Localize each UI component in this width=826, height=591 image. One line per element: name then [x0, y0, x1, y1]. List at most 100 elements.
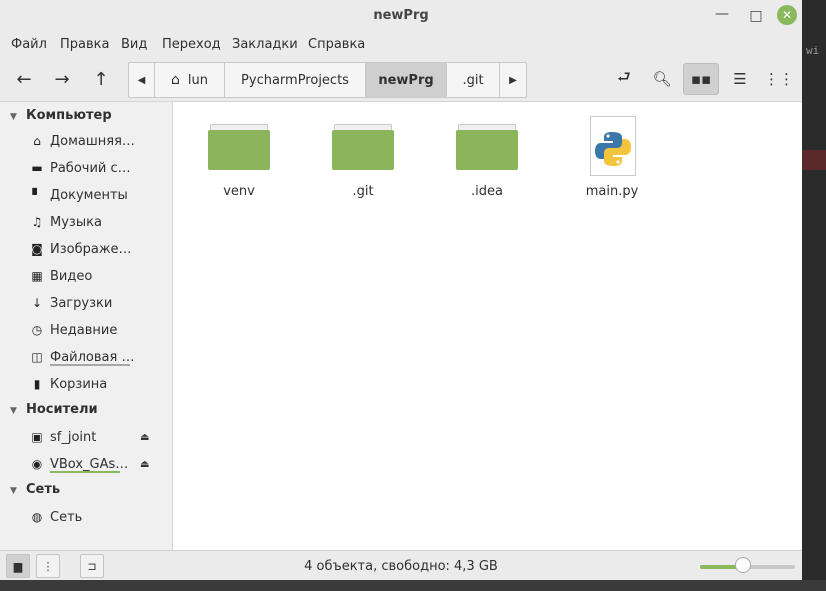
sidebar-item-network[interactable]: ◍ Сеть [30, 507, 170, 527]
menu-help[interactable]: Справка [308, 37, 365, 52]
sidebar-item-label: Видео [50, 268, 93, 284]
status-text: 4 объекта, свободно: 4,3 GB [304, 559, 498, 574]
sidebar-item-documents[interactable]: ▘ Документы [30, 185, 170, 205]
breadcrumb-scroll-right[interactable]: ▶ [500, 63, 526, 97]
eject-icon[interactable]: ⏏ [140, 459, 149, 470]
sidebar-section-title: Сеть [26, 482, 61, 497]
window-title: newPrg [373, 8, 429, 23]
disc-icon: ◉ [31, 457, 43, 471]
sidebar-item-label: Домашняя… [50, 133, 135, 149]
sidebar-item-downloads[interactable]: ↓ Загрузки [30, 293, 170, 313]
python-file-icon [590, 116, 636, 176]
film-icon: ▦ [31, 269, 43, 283]
sidebar-item-label: Сеть [50, 509, 83, 525]
sidebar-item-label: Корзина [50, 376, 108, 392]
list-icon: ☰ [733, 70, 747, 88]
maximize-icon: □ [749, 8, 763, 24]
toggle-location-button[interactable]: ⮐ [606, 63, 642, 95]
sidebar-section-title: Носители [26, 402, 98, 417]
file-name: .git [352, 184, 374, 199]
arrow-right-icon: → [54, 68, 70, 90]
file-item-venv[interactable]: venv [189, 116, 289, 216]
forward-button[interactable]: → [45, 63, 79, 95]
breadcrumb-home-label: lun [187, 72, 208, 88]
search-button[interactable]: 🔍︎ [644, 63, 680, 95]
menu-view[interactable]: Вид [121, 37, 147, 52]
status-bar: ▆ ⋮ ⊐ 4 объекта, свободно: 4,3 GB [0, 550, 802, 580]
sidebar-item-desktop[interactable]: ▬ Рабочий с… [30, 158, 170, 178]
file-item-git[interactable]: .git [313, 116, 413, 216]
sidebar-section-computer[interactable]: ▼ Компьютер [10, 108, 112, 123]
back-button[interactable]: ← [7, 63, 41, 95]
breadcrumb: ◀ ⌂ lun PycharmProjects newPrg .git ▶ [128, 62, 527, 98]
menu-edit[interactable]: Правка [60, 37, 109, 52]
background-error-highlight [802, 150, 826, 170]
sidebar-section-network[interactable]: ▼ Сеть [10, 482, 60, 497]
sidebar-section-devices[interactable]: ▼ Носители [10, 402, 98, 417]
menu-bar: Файл Правка Вид Переход Закладки Справка [0, 31, 802, 57]
download-icon: ↓ [31, 296, 43, 310]
location-entry-icon: ⮐ [617, 67, 631, 86]
icon-view-button[interactable]: ▪▪ [683, 63, 719, 95]
sidebar-item-sf-joint[interactable]: ▣ sf_joint ⏏ [30, 427, 170, 447]
sidebar-item-label: Недавние [50, 322, 118, 338]
compact-view-button[interactable]: ⋮⋮ [761, 63, 797, 95]
maximize-button[interactable]: □ [746, 6, 766, 26]
sidebar-item-pictures[interactable]: ◙ Изображе… [30, 239, 170, 259]
menu-file[interactable]: Файл [11, 37, 47, 52]
drive-icon: ▣ [31, 430, 43, 444]
search-icon: 🔍︎ [652, 70, 672, 88]
eject-icon[interactable]: ⏏ [140, 432, 149, 443]
sidebar-item-home[interactable]: ⌂ Домашняя… [30, 131, 170, 151]
file-view[interactable]: venv .git .idea main.py [173, 102, 802, 550]
compact-icon: ⋮⋮ [764, 70, 794, 88]
chevron-down-icon: ▼ [10, 406, 17, 416]
breadcrumb-segment[interactable]: PycharmProjects [225, 63, 366, 97]
document-icon: ▘ [32, 188, 42, 202]
triangle-right-icon: ▶ [509, 74, 517, 86]
breadcrumb-scroll-left[interactable]: ◀ [129, 63, 155, 97]
sidebar-item-label: Загрузки [50, 295, 113, 311]
file-item-idea[interactable]: .idea [437, 116, 537, 216]
file-manager-window: newPrg — □ ✕ Файл Правка Вид Переход Зак… [0, 0, 802, 580]
menu-go[interactable]: Переход [162, 37, 221, 52]
triangle-left-icon: ◀ [137, 74, 146, 86]
trash-icon: ▮ [33, 377, 41, 391]
file-item-main-py[interactable]: main.py [562, 102, 662, 202]
close-icon: ✕ [781, 8, 793, 22]
sidebar-item-videos[interactable]: ▦ Видео [30, 266, 170, 286]
sidebar-item-label: Документы [50, 187, 128, 203]
home-icon: ⌂ [171, 72, 180, 88]
filesystem-usage-bar [50, 364, 130, 366]
sidebar-item-music[interactable]: ♫ Музыка [30, 212, 170, 232]
breadcrumb-segment[interactable]: .git [447, 63, 500, 97]
file-name: .idea [471, 184, 503, 199]
arrow-up-icon: ↑ [93, 68, 109, 90]
sidebar-item-label: Рабочий с… [50, 160, 131, 176]
sidebar-item-trash[interactable]: ▮ Корзина [30, 374, 170, 394]
folder-icon [208, 124, 270, 170]
grid-icon: ▪▪ [690, 70, 712, 88]
background-strip [0, 580, 826, 591]
list-view-button[interactable]: ☰ [722, 63, 758, 95]
camera-icon: ◙ [31, 242, 43, 256]
minimize-button[interactable]: — [712, 4, 732, 24]
sidebar-item-recent[interactable]: ◷ Недавние [30, 320, 170, 340]
sidebar-section-title: Компьютер [26, 108, 112, 123]
up-button[interactable]: ↑ [84, 63, 118, 95]
zoom-slider-handle[interactable] [734, 557, 751, 573]
sidebar-item-label: VBox_GAs… [50, 456, 129, 472]
music-icon: ♫ [31, 215, 43, 229]
sidebar-item-label: Музыка [50, 214, 102, 230]
sidebar-item-label: Файловая … [50, 349, 135, 365]
breadcrumb-home[interactable]: ⌂ lun [155, 63, 225, 97]
menu-bookmarks[interactable]: Закладки [232, 37, 298, 52]
sidebar-item-label: Изображе… [50, 241, 132, 257]
breadcrumb-segment-current[interactable]: newPrg [366, 63, 447, 97]
folder-icon [332, 124, 394, 170]
file-name: venv [223, 184, 255, 199]
filesystem-icon: ◫ [31, 350, 43, 364]
folder-icon [456, 124, 518, 170]
chevron-down-icon: ▼ [10, 112, 17, 122]
close-button[interactable]: ✕ [777, 5, 797, 25]
